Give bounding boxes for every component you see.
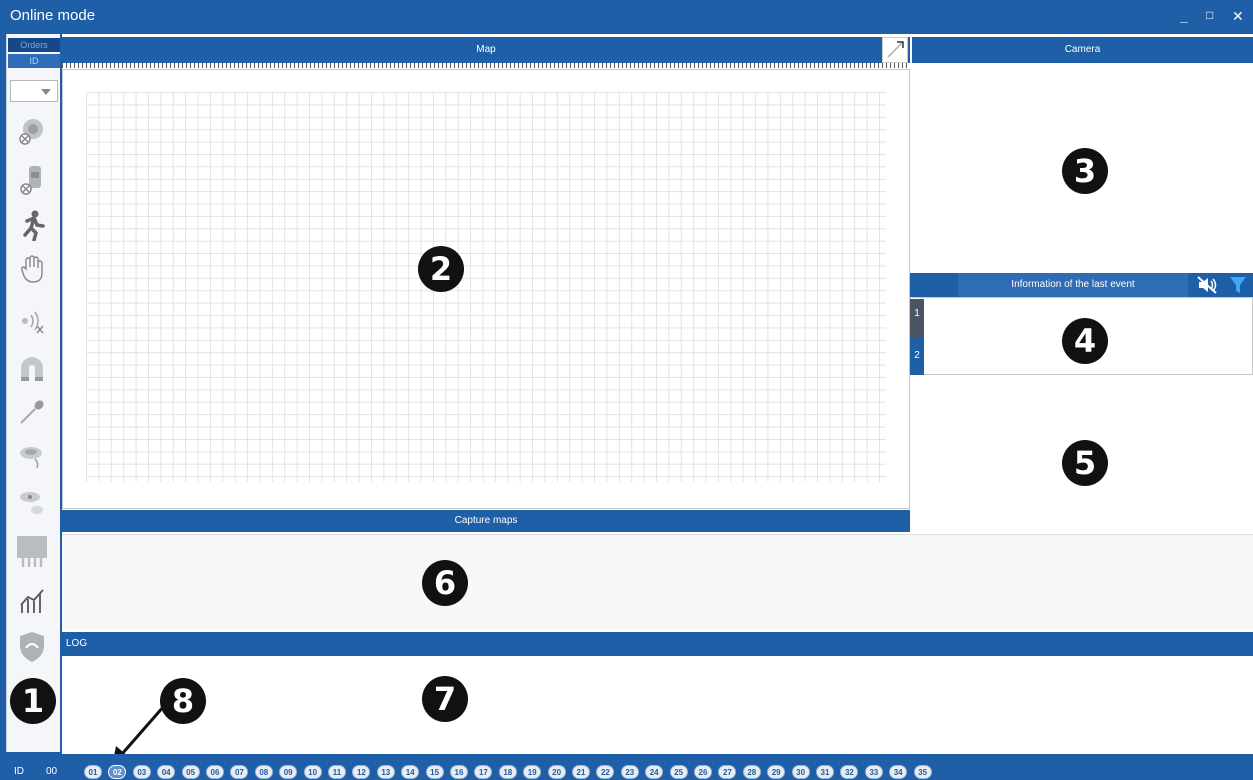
callout-7: 7 xyxy=(422,676,468,722)
channel-chip-30[interactable]: 30 xyxy=(791,765,810,779)
minimize-button[interactable]: _ xyxy=(1180,8,1188,24)
map-expand-icon[interactable] xyxy=(882,37,908,63)
shield-icon[interactable] xyxy=(14,630,50,664)
event-tab-1[interactable]: 1 xyxy=(910,299,924,337)
channel-chip-01[interactable]: 01 xyxy=(84,765,102,779)
hand-icon[interactable] xyxy=(14,252,50,286)
smoke-detector-icon[interactable] xyxy=(14,440,50,474)
orders-header: Orders xyxy=(8,38,60,52)
channel-chip-07[interactable]: 07 xyxy=(230,765,249,779)
channel-chip-02[interactable]: 02 xyxy=(108,765,127,779)
channel-chip-03[interactable]: 03 xyxy=(132,765,151,779)
channel-chip-12[interactable]: 12 xyxy=(352,765,371,779)
filter-icon[interactable] xyxy=(1228,275,1250,295)
chart-icon[interactable] xyxy=(14,584,50,618)
camera-header: Camera xyxy=(912,37,1253,63)
relay-module-icon[interactable] xyxy=(14,534,50,568)
channel-chip-23[interactable]: 23 xyxy=(620,765,639,779)
running-man-icon[interactable] xyxy=(14,208,50,242)
channel-chip-13[interactable]: 13 xyxy=(376,765,395,779)
channel-chip-10[interactable]: 10 xyxy=(303,765,322,779)
channel-chip-31[interactable]: 31 xyxy=(816,765,834,779)
close-button[interactable]: ✕ xyxy=(1232,8,1244,25)
capture-maps-header: Capture maps xyxy=(62,510,910,532)
channel-chip-25[interactable]: 25 xyxy=(669,765,688,779)
channel-chip-14[interactable]: 14 xyxy=(401,765,420,779)
smoke-detector-2-icon[interactable] xyxy=(14,486,50,520)
channel-chip-26[interactable]: 26 xyxy=(694,765,712,779)
title-bar: Online mode _ □ ✕ xyxy=(0,0,1253,34)
channel-chip-32[interactable]: 32 xyxy=(840,765,859,779)
status-id-value: 00 xyxy=(46,766,58,777)
maximize-button[interactable]: □ xyxy=(1206,8,1213,22)
callout-6: 6 xyxy=(422,560,468,606)
callout-1: 1 xyxy=(10,678,56,724)
channel-chip-24[interactable]: 24 xyxy=(645,765,664,779)
map-header-label: Map xyxy=(476,44,496,55)
channel-chip-06[interactable]: 06 xyxy=(206,765,224,779)
mute-icon[interactable] xyxy=(1196,275,1220,295)
map-grid xyxy=(86,92,886,482)
channel-chip-34[interactable]: 34 xyxy=(889,765,908,779)
channel-chip-29[interactable]: 29 xyxy=(767,765,786,779)
chevron-down-icon xyxy=(41,89,51,95)
log-area xyxy=(62,656,1253,752)
status-bar: ID 00 01 02 03 04 05 06 07 08 09 10 11 12 13 14 15 16 17… xyxy=(0,754,1253,780)
channel-chip-19[interactable]: 19 xyxy=(523,765,542,779)
channel-chip-04[interactable]: 04 xyxy=(157,765,176,779)
sensor-off-icon[interactable] xyxy=(14,162,50,196)
callout-4: 4 xyxy=(1062,318,1108,364)
id-header: ID xyxy=(8,54,60,68)
channel-chip-27[interactable]: 27 xyxy=(718,765,737,779)
channel-chip-33[interactable]: 33 xyxy=(864,765,883,779)
channel-chip-09[interactable]: 09 xyxy=(279,765,298,779)
channel-chip-22[interactable]: 22 xyxy=(596,765,615,779)
callout-2: 2 xyxy=(418,246,464,292)
magnet-icon[interactable] xyxy=(14,352,50,386)
id-dropdown[interactable] xyxy=(10,80,58,102)
status-id-label: ID xyxy=(14,766,24,777)
event-header-label: Information of the last event xyxy=(958,273,1188,297)
probe-icon[interactable] xyxy=(14,394,50,428)
map-header: Map xyxy=(62,37,910,63)
capture-maps-area xyxy=(62,534,1253,630)
event-tab-2[interactable]: 2 xyxy=(910,337,924,375)
channel-chip-20[interactable]: 20 xyxy=(547,765,566,779)
channel-chip-17[interactable]: 17 xyxy=(474,765,493,779)
channel-chip-15[interactable]: 15 xyxy=(425,765,444,779)
sound-wave-icon[interactable] xyxy=(14,304,50,338)
channel-chip-05[interactable]: 05 xyxy=(181,765,200,779)
channel-chip-21[interactable]: 21 xyxy=(572,765,590,779)
channel-chip-28[interactable]: 28 xyxy=(742,765,761,779)
callout-3: 3 xyxy=(1062,148,1108,194)
channel-chip-35[interactable]: 35 xyxy=(913,765,932,779)
channel-chip-16[interactable]: 16 xyxy=(450,765,468,779)
callout-5: 5 xyxy=(1062,440,1108,486)
window-title: Online mode xyxy=(10,7,96,24)
channel-chip-11[interactable]: 11 xyxy=(328,765,346,779)
channel-chip-08[interactable]: 08 xyxy=(254,765,273,779)
detector-off-icon[interactable] xyxy=(14,114,50,148)
channel-chip-18[interactable]: 18 xyxy=(498,765,517,779)
log-header: LOG xyxy=(62,632,1253,656)
